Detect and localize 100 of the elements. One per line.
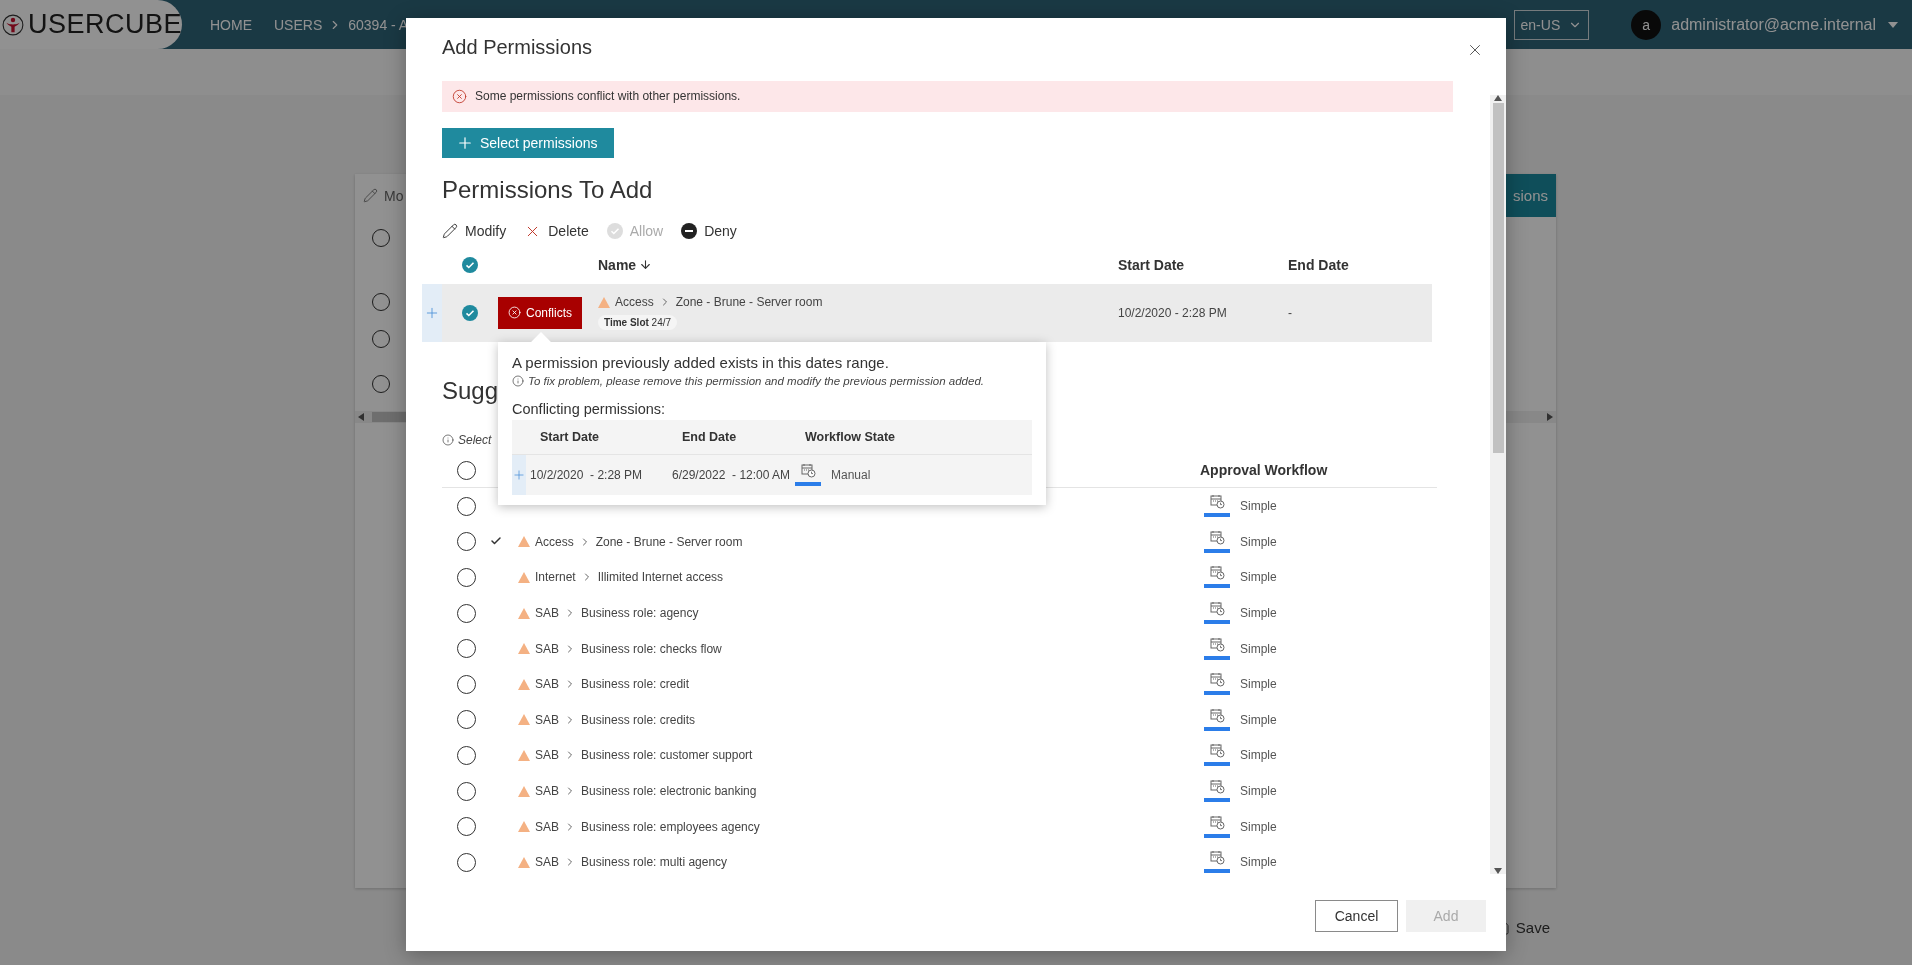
- radio-button[interactable]: [372, 293, 390, 311]
- column-header: Workflow State: [791, 419, 1032, 455]
- calendar-clock-icon: [1204, 814, 1230, 839]
- scroll-down-icon[interactable]: [1494, 868, 1502, 874]
- permission-category: Access: [535, 534, 574, 549]
- permission-category: SAB: [535, 677, 559, 692]
- column-header[interactable]: Approval Workflow: [1200, 462, 1437, 479]
- pencil-icon: [363, 188, 378, 203]
- workflow-name: Simple: [1240, 748, 1277, 763]
- column-header[interactable]: Start Date: [1118, 256, 1288, 273]
- vertical-scrollbar[interactable]: [1490, 95, 1506, 874]
- pencil-icon: [442, 223, 458, 240]
- info-icon: [442, 433, 454, 446]
- permission-name: Business role: checks flow: [581, 641, 722, 656]
- workflow-name: Simple: [1240, 499, 1277, 514]
- calendar-clock-icon: [1204, 565, 1230, 590]
- permission-name: Business role: customer support: [581, 748, 753, 763]
- calendar-clock-icon: [1204, 601, 1230, 626]
- permission-name: Business role: employees agency: [581, 819, 760, 834]
- error-icon: [452, 88, 467, 104]
- checked-checkbox[interactable]: [462, 304, 478, 321]
- scroll-left-icon[interactable]: [358, 413, 364, 421]
- permission-category: SAB: [535, 641, 559, 656]
- popover-subtitle: Conflicting permissions:: [512, 400, 667, 417]
- toolbar-item[interactable]: Mo: [355, 187, 404, 204]
- warning-icon: [518, 678, 530, 690]
- radio-button[interactable]: [372, 229, 390, 247]
- permission-name: Illimited Internet access: [597, 570, 724, 585]
- dialog-button[interactable]: Cancel: [1315, 900, 1398, 932]
- permission-category: SAB: [535, 784, 559, 799]
- workflow-name: Simple: [1240, 712, 1277, 727]
- permission-name: Zone - Brune - Server room: [595, 534, 743, 549]
- scrollbar-thumb[interactable]: [1492, 103, 1504, 453]
- checked-checkbox[interactable]: [462, 256, 478, 273]
- workflow-state: Manual: [831, 467, 871, 482]
- workflow-name: Simple: [1240, 855, 1277, 870]
- permission-name: Zone - Brune - Server room: [675, 295, 823, 310]
- workflow-name: Simple: [1240, 784, 1277, 799]
- calendar-clock-icon: [795, 462, 821, 487]
- toolbar-button[interactable]: Deny: [681, 223, 737, 240]
- column-header[interactable]: Name: [598, 256, 1118, 273]
- calendar-clock-icon: [1204, 494, 1230, 519]
- info-icon: [512, 374, 524, 387]
- select-permissions-button[interactable]: Select permissions: [442, 127, 614, 159]
- toolbar-button[interactable]: Delete: [524, 222, 589, 240]
- radio-button[interactable]: [372, 330, 390, 348]
- workflow-name: Simple: [1240, 819, 1277, 834]
- info-text: Select: [458, 432, 492, 447]
- minus-circle-icon: [681, 223, 698, 240]
- permission-name: Business role: electronic banking: [581, 784, 757, 799]
- workflow-name: Simple: [1240, 606, 1277, 621]
- table-cell-text: 6/29/2022 - 12:00 AM: [671, 466, 791, 484]
- radio-button[interactable]: [372, 375, 390, 393]
- caret-icon: [1888, 21, 1898, 28]
- permission-category: SAB: [535, 606, 559, 621]
- sort-arrow-icon: [639, 258, 653, 272]
- nav-link[interactable]: HOME: [210, 16, 252, 33]
- calendar-clock-icon: [1204, 707, 1230, 732]
- workflow-name: Simple: [1240, 677, 1277, 692]
- permission-name: Business role: credit: [581, 677, 690, 692]
- warning-icon: [518, 536, 530, 548]
- calendar-clock-icon: [1204, 743, 1230, 768]
- time-slot-tag: Time Slot 24/7: [598, 315, 678, 331]
- permission-name: Business role: agency: [581, 606, 699, 621]
- workflow-name: Simple: [1240, 641, 1277, 656]
- permission-category: SAB: [535, 855, 559, 870]
- warning-icon: [598, 296, 610, 308]
- permission-name: Business role: multi agency: [581, 855, 728, 870]
- section-heading: Sugg: [442, 375, 499, 406]
- calendar-clock-icon: [1204, 779, 1230, 804]
- warning-icon: [518, 571, 530, 583]
- warning-icon: [518, 607, 530, 619]
- plus-icon: [456, 134, 474, 152]
- column-header[interactable]: End Date: [1288, 256, 1432, 273]
- logo[interactable]: USERCUBE: [0, 0, 182, 49]
- breadcrumb-item[interactable]: USERS: [274, 16, 323, 33]
- plus-icon: [512, 467, 526, 482]
- user-avatar[interactable]: a: [1631, 9, 1662, 40]
- error-icon: [508, 306, 521, 320]
- permission-category: SAB: [535, 748, 559, 763]
- column-header: Start Date: [526, 419, 668, 455]
- permission-name: Business role: credits: [581, 712, 696, 727]
- workflow-name: Simple: [1240, 534, 1277, 549]
- permission-category: Access: [615, 295, 654, 310]
- scroll-right-icon[interactable]: [1547, 413, 1553, 421]
- language-select[interactable]: en-US: [1513, 9, 1590, 40]
- warning-icon: [518, 785, 530, 797]
- warning-icon: [518, 714, 530, 726]
- dialog-title: Add Permissions: [442, 35, 593, 60]
- warning-icon: [518, 643, 530, 655]
- calendar-clock-icon: [1204, 636, 1230, 661]
- toolbar-button[interactable]: Modify: [442, 223, 507, 240]
- user-name[interactable]: administrator@acme.internal: [1671, 15, 1876, 34]
- permission-category: SAB: [535, 712, 559, 727]
- calendar-clock-icon: [1204, 529, 1230, 554]
- calendar-clock-icon: [1204, 850, 1230, 875]
- table-cell-text: 10/2/2020 - 2:28 PM: [1118, 305, 1228, 320]
- warning-icon: [518, 821, 530, 833]
- conflicts-button[interactable]: Conflicts: [498, 296, 582, 329]
- table-cell-text: 10/2/2020 - 2:28 PM: [529, 466, 644, 484]
